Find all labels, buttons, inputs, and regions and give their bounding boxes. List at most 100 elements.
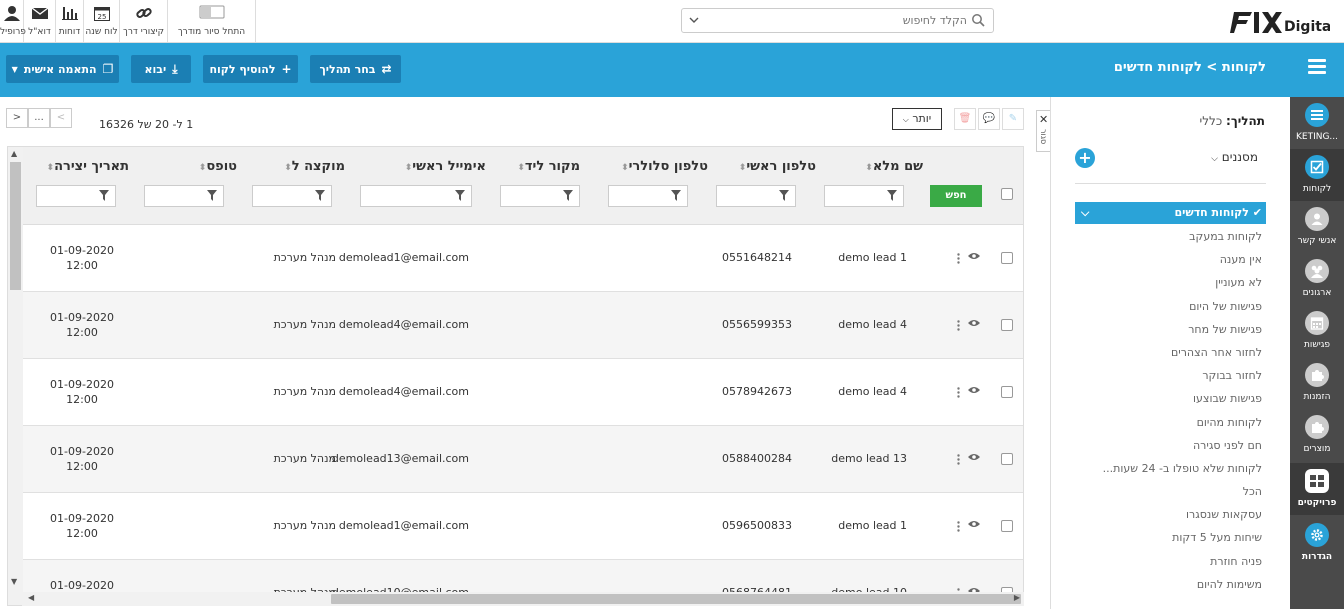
column-header[interactable]: אימייל ראשי⬍ xyxy=(401,159,486,174)
add-filter-button[interactable]: + xyxy=(1075,148,1095,168)
table-row[interactable]: demo lead 13 0588400284 demolead13@email.c… xyxy=(23,426,1023,493)
vertical-scrollbar[interactable]: ▲ ▼ xyxy=(8,147,23,605)
nav-contacts[interactable]: אנשי קשר xyxy=(1290,201,1344,253)
search-box[interactable] xyxy=(681,8,994,33)
hamburger-menu-icon[interactable] xyxy=(1308,59,1326,75)
calendar-button[interactable]: 25 לוח שנה xyxy=(84,0,120,42)
row-checkbox[interactable] xyxy=(1001,520,1013,532)
column-header[interactable]: תאריך יצירה⬍ xyxy=(43,159,129,174)
reports-button[interactable]: דוחות xyxy=(56,0,84,42)
main-email-cell[interactable]: demolead13@email.com xyxy=(332,452,469,465)
add-customer-button[interactable]: + להוסיף לקוח xyxy=(203,55,298,83)
column-header[interactable]: טלפון ראשי⬍ xyxy=(735,159,816,174)
nav-organizations[interactable]: ארגונים xyxy=(1290,253,1344,305)
profile-button[interactable]: פרופיל xyxy=(0,0,26,42)
more-dropdown[interactable]: יותר ⌵ xyxy=(892,108,942,130)
column-filter-input[interactable] xyxy=(500,185,580,207)
column-filter-input[interactable] xyxy=(36,185,116,207)
hscroll-thumb[interactable] xyxy=(331,594,1021,604)
row-checkbox[interactable] xyxy=(1001,252,1013,264)
comment-button[interactable]: 💬 xyxy=(978,108,1000,130)
full-name-cell[interactable]: demo lead 1 xyxy=(838,519,907,532)
nav-marketing[interactable]: KETING... xyxy=(1290,97,1344,149)
filter-item[interactable]: הכל xyxy=(1075,480,1266,503)
row-checkbox[interactable] xyxy=(1001,453,1013,465)
main-email-cell[interactable]: demolead1@email.com xyxy=(339,251,469,264)
shortcuts-button[interactable]: קיצורי דרך xyxy=(120,0,168,42)
page-more-button[interactable]: ... xyxy=(28,108,50,128)
more-actions-icon[interactable] xyxy=(957,387,960,398)
select-all-checkbox[interactable] xyxy=(1001,188,1013,200)
eye-icon[interactable] xyxy=(968,319,980,327)
column-filter-input[interactable] xyxy=(252,185,332,207)
table-row[interactable]: demo lead 1 0551648214 demolead1@email.com… xyxy=(23,225,1023,292)
filter-item[interactable]: לקוחות מהיום xyxy=(1075,411,1266,434)
table-row[interactable]: demo lead 1 0596500833 demolead1@email.com… xyxy=(23,493,1023,560)
filter-item[interactable]: לא מעוניין xyxy=(1075,271,1266,294)
eye-icon[interactable] xyxy=(968,520,980,528)
row-checkbox[interactable] xyxy=(1001,319,1013,331)
more-actions-icon[interactable] xyxy=(957,521,960,532)
filter-item[interactable]: אין מענה xyxy=(1075,248,1266,271)
filter-item[interactable]: פגישות של מחר xyxy=(1075,318,1266,341)
search-button[interactable]: חפש xyxy=(930,185,982,207)
filter-item[interactable]: לקוחות שלא טופלו ב- 24 שעות... xyxy=(1075,457,1266,480)
horizontal-scrollbar[interactable]: ◀ ▶ xyxy=(22,592,1024,606)
nav-settings[interactable]: הגדרות xyxy=(1290,517,1344,569)
column-filter-input[interactable] xyxy=(824,185,904,207)
process-indicator[interactable]: תהליך: כללי xyxy=(1200,114,1265,128)
main-email-cell[interactable]: demolead4@email.com xyxy=(339,385,469,398)
more-actions-icon[interactable] xyxy=(957,454,960,465)
filter-item[interactable]: לקוחות במעקב xyxy=(1075,225,1266,248)
filter-item[interactable]: פגישות שבוצעו xyxy=(1075,387,1266,410)
personalize-button[interactable]: ❐ התאמה אישית ▼ xyxy=(6,55,119,83)
eye-icon[interactable] xyxy=(968,453,980,461)
column-filter-input[interactable] xyxy=(716,185,796,207)
scroll-right-icon[interactable]: ▶ xyxy=(1014,593,1020,602)
full-name-cell[interactable]: demo lead 13 xyxy=(831,452,907,465)
column-header[interactable]: טלפון סלולרי⬍ xyxy=(617,159,708,174)
column-header[interactable]: טופס⬍ xyxy=(195,159,237,174)
column-filter-input[interactable] xyxy=(360,185,472,207)
eye-icon[interactable] xyxy=(968,386,980,394)
column-header[interactable]: מוקצה ל⬍ xyxy=(280,159,345,174)
filter-item[interactable]: משימות להיום xyxy=(1075,573,1266,596)
scroll-left-icon[interactable]: ◀ xyxy=(28,593,34,602)
column-header[interactable]: שם מלא⬍ xyxy=(861,159,923,174)
more-actions-icon[interactable] xyxy=(957,253,960,264)
filter-item[interactable]: לחזור בבוקר xyxy=(1075,364,1266,387)
more-actions-icon[interactable] xyxy=(957,320,960,331)
row-checkbox[interactable] xyxy=(1001,386,1013,398)
nav-customers[interactable]: לקוחות xyxy=(1290,149,1344,201)
page-next-button[interactable]: < xyxy=(50,108,72,128)
scrollbar-thumb[interactable] xyxy=(10,162,21,290)
column-filter-input[interactable] xyxy=(144,185,224,207)
choose-process-button[interactable]: ⇄ בחר תהליך xyxy=(310,55,401,83)
page-prev-button[interactable]: > xyxy=(6,108,28,128)
mail-button[interactable]: דוא"ל xyxy=(24,0,56,42)
filter-item[interactable]: שיחות מעל 5 דקות xyxy=(1075,526,1266,549)
nav-meetings[interactable]: פגישות xyxy=(1290,305,1344,357)
main-email-cell[interactable]: demolead1@email.com xyxy=(339,519,469,532)
table-row[interactable]: demo lead 4 0556599353 demolead4@email.com… xyxy=(23,292,1023,359)
filter-item[interactable]: לחזור אחר הצהרים xyxy=(1075,341,1266,364)
column-header[interactable]: מקור ליד⬍ xyxy=(513,159,580,174)
filters-header[interactable]: מסננים ⌵ xyxy=(1211,150,1258,164)
search-input[interactable] xyxy=(707,12,967,29)
close-panel-tab[interactable]: ✕ סגור xyxy=(1036,110,1050,152)
filter-item[interactable]: חם לפני סגירה xyxy=(1075,434,1266,457)
chevron-down-icon[interactable] xyxy=(689,15,699,25)
filter-item[interactable]: עסקאות שנסגרו xyxy=(1075,503,1266,526)
main-email-cell[interactable]: demolead4@email.com xyxy=(339,318,469,331)
nav-orders[interactable]: הזמנות xyxy=(1290,357,1344,409)
filter-item[interactable]: פניה חוזרת xyxy=(1075,550,1266,573)
edit-button[interactable]: ✎ xyxy=(1002,108,1024,130)
import-button[interactable]: ⤓ יבוא xyxy=(131,55,191,83)
full-name-cell[interactable]: demo lead 1 xyxy=(838,251,907,264)
scroll-down-icon[interactable]: ▼ xyxy=(11,577,17,586)
filter-item[interactable]: פגישות של היום xyxy=(1075,295,1266,318)
nav-products[interactable]: מוצרים xyxy=(1290,409,1344,461)
filter-item-selected[interactable]: ✔ לקוחות חדשים ⌵ xyxy=(1075,202,1266,224)
full-name-cell[interactable]: demo lead 4 xyxy=(838,385,907,398)
eye-icon[interactable] xyxy=(968,252,980,260)
